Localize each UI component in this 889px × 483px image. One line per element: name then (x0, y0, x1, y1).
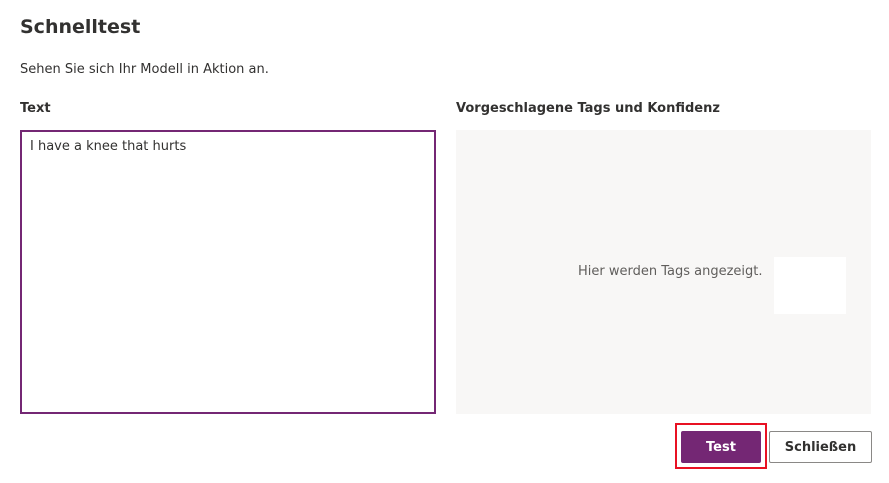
dialog-subtitle: Sehen Sie sich Ihr Modell in Aktion an. (20, 62, 269, 77)
suggested-tags-panel: Hier werden Tags angezeigt. (456, 130, 871, 414)
test-button[interactable]: Test (681, 431, 761, 463)
dialog-title: Schnelltest (20, 16, 141, 38)
text-input-label: Text (20, 101, 51, 116)
close-button[interactable]: Schließen (769, 431, 872, 463)
tags-placeholder-text: Hier werden Tags angezeigt. (578, 264, 763, 279)
test-text-input[interactable]: I have a knee that hurts (20, 130, 436, 414)
tags-blank-area (774, 257, 846, 314)
suggested-tags-label: Vorgeschlagene Tags und Konfidenz (456, 101, 720, 116)
